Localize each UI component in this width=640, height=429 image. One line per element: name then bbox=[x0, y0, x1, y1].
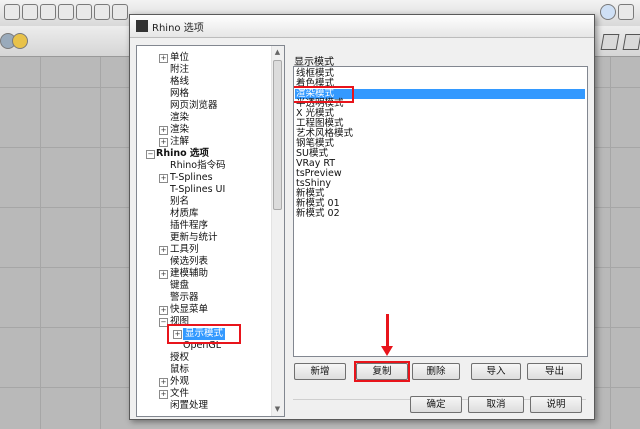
grid-line bbox=[40, 57, 41, 429]
tree-item-label: 网页浏览器 bbox=[170, 100, 218, 111]
tree-item-label: 别名 bbox=[170, 196, 190, 207]
zoom-tool-icon[interactable] bbox=[40, 4, 56, 20]
tree-item-label: 候选列表 bbox=[170, 256, 209, 267]
zoom-extents-icon[interactable] bbox=[76, 4, 92, 20]
scroll-thumb[interactable] bbox=[273, 60, 282, 210]
select-tool-icon[interactable] bbox=[4, 4, 20, 20]
tree-item-label: 渲染 bbox=[170, 112, 190, 123]
new-button[interactable]: 新增 bbox=[294, 363, 346, 380]
dialog-title: Rhino 选项 bbox=[152, 22, 204, 34]
tree-item-label: 单位 bbox=[170, 52, 190, 63]
tree-item-label: 注解 bbox=[170, 136, 190, 147]
box-view-icon[interactable] bbox=[600, 34, 620, 50]
more-tools-icon[interactable] bbox=[618, 4, 634, 20]
gear-icon[interactable] bbox=[12, 33, 28, 49]
list-item[interactable]: 新模式 02 bbox=[296, 209, 340, 219]
box-view-icon[interactable] bbox=[622, 34, 640, 50]
options-tree[interactable]: + 单位 附注 格线 网格 网页浏览器 渲染 + 渲染 + 注解 − Rhino 选项 … bbox=[136, 45, 285, 417]
ok-button[interactable]: 确定 bbox=[410, 396, 462, 413]
tree-item-label: 材质库 bbox=[170, 208, 199, 219]
pan-tool-icon[interactable] bbox=[22, 4, 38, 20]
expand-icon[interactable]: + bbox=[159, 54, 168, 63]
expand-icon[interactable]: + bbox=[159, 270, 168, 279]
undo-view-icon[interactable] bbox=[112, 4, 128, 20]
cancel-button[interactable]: 取消 bbox=[468, 396, 524, 413]
tree-item-label: 渲染 bbox=[170, 124, 190, 135]
expand-icon[interactable]: + bbox=[159, 306, 168, 315]
tree-item-label: 鼠标 bbox=[170, 364, 190, 375]
display-mode-list[interactable]: 线框模式 着色模式 渲染模式 半透明模式 X 光模式 工程图模式 艺术风格模式 … bbox=[293, 66, 588, 357]
grid-line bbox=[100, 57, 101, 429]
expand-icon[interactable]: + bbox=[159, 174, 168, 183]
import-button[interactable]: 导入 bbox=[471, 363, 521, 380]
tree-item-label: 授权 bbox=[170, 352, 190, 363]
tree-item-label: Rhino 选项 bbox=[156, 148, 209, 159]
tree-item-label: 警示器 bbox=[170, 292, 199, 303]
highlight-box bbox=[167, 324, 241, 344]
zoom-window-icon[interactable] bbox=[58, 4, 74, 20]
tree-item-label: 建模辅助 bbox=[170, 268, 209, 279]
expand-icon[interactable]: + bbox=[159, 246, 168, 255]
tree-item-label: 快显菜单 bbox=[170, 304, 209, 315]
tree-item-label: 文件 bbox=[170, 388, 190, 399]
export-button[interactable]: 导出 bbox=[527, 363, 582, 380]
tree-item-label: 外观 bbox=[170, 376, 190, 387]
dialog-titlebar[interactable]: Rhino 选项 bbox=[130, 15, 594, 38]
tree-item-label: 网格 bbox=[170, 88, 190, 99]
tree-item-label: 键盘 bbox=[170, 280, 190, 291]
tree-scrollbar[interactable]: ▲ ▼ bbox=[271, 46, 284, 416]
rhino-app-icon bbox=[136, 20, 148, 32]
tree-item-label: 附注 bbox=[170, 64, 190, 75]
rhino-options-dialog: Rhino 选项 + 单位 附注 格线 网格 网页浏览器 渲染 + 渲染 + 注解 −… bbox=[129, 14, 595, 420]
expand-icon[interactable]: + bbox=[159, 378, 168, 387]
collapse-icon[interactable]: − bbox=[146, 150, 155, 159]
red-arrow-head-icon bbox=[381, 346, 393, 356]
help-icon[interactable] bbox=[600, 4, 616, 20]
tree-item-label: 工具列 bbox=[170, 244, 199, 255]
red-arrow-shaft bbox=[386, 314, 389, 348]
tree-item-label: T-Splines bbox=[170, 172, 213, 183]
tree-item-label: 格线 bbox=[170, 76, 190, 87]
help-button[interactable]: 说明 bbox=[530, 396, 582, 413]
expand-icon[interactable]: + bbox=[159, 126, 168, 135]
tree-item-label: 插件程序 bbox=[170, 220, 209, 231]
grid-line bbox=[610, 57, 611, 429]
scroll-down-icon[interactable]: ▼ bbox=[274, 406, 281, 413]
tree-item-label: Rhino指令码 bbox=[170, 160, 226, 171]
tree-item-label: T-Splines UI bbox=[170, 184, 226, 195]
expand-icon[interactable]: + bbox=[159, 390, 168, 399]
tree-item-label: 闲置处理 bbox=[170, 400, 209, 411]
scroll-up-icon[interactable]: ▲ bbox=[274, 49, 281, 56]
zoom-selected-icon[interactable] bbox=[94, 4, 110, 20]
highlight-box bbox=[354, 361, 410, 382]
highlight-box bbox=[294, 86, 354, 103]
tree-item-label: 更新与统计 bbox=[170, 232, 218, 243]
delete-button[interactable]: 删除 bbox=[412, 363, 460, 380]
expand-icon[interactable]: + bbox=[159, 138, 168, 147]
